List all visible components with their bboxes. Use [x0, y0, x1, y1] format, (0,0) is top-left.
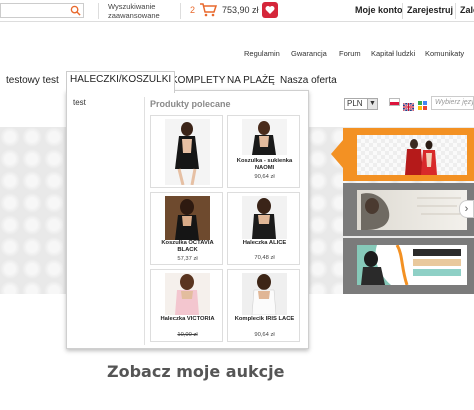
product-price: 90,64 zł [254, 174, 275, 180]
auctions-heading: Zobacz moje aukcje [107, 362, 285, 381]
search-input[interactable] [0, 3, 84, 18]
divider [402, 3, 403, 19]
currency-value: PLN [347, 99, 363, 108]
search-icon[interactable] [70, 5, 81, 16]
polish-flag-icon[interactable] [389, 98, 400, 106]
chevron-down-icon: ▼ [367, 99, 377, 109]
advanced-search-label-1: Wyszukiwanie [108, 2, 156, 11]
divider [455, 3, 456, 19]
language-search-input[interactable]: Wybierz język [431, 96, 474, 110]
product-name: Haleczka VICTORIA [160, 316, 215, 322]
nav-item-haleczki-koszulki[interactable]: HALECZKI/KOSZULKI [66, 71, 176, 93]
product-price: 90,64 zł [254, 332, 275, 338]
language-icon[interactable] [418, 97, 427, 110]
register-link[interactable]: Zarejestruj [407, 5, 453, 15]
my-account-link[interactable]: Moje konto [355, 5, 403, 15]
banner-slide-3[interactable] [343, 238, 474, 294]
product-image [242, 273, 287, 315]
banner-image [357, 190, 467, 230]
product-image [165, 196, 210, 240]
top-bar: Wyszukiwanie zaawansowane 2 753,90 zł Mo… [0, 0, 474, 22]
product-card[interactable]: Koszulka - sukienka NAOMI 90,64 zł [227, 115, 300, 188]
banner-pointer [331, 140, 343, 168]
banner-slide-2[interactable] [343, 183, 474, 236]
subcategory-link[interactable]: test [73, 98, 86, 107]
product-card[interactable] [150, 115, 223, 188]
chevron-right-icon: › [464, 203, 469, 215]
product-image [165, 119, 210, 185]
wishlist-button[interactable] [262, 2, 278, 18]
divider [180, 3, 181, 19]
product-name: Haleczka ALICE [242, 240, 287, 246]
forum-link[interactable]: Forum [339, 49, 361, 58]
heart-icon [265, 6, 275, 14]
divider [98, 3, 99, 19]
announcements-link[interactable]: Komunikaty [425, 49, 464, 58]
product-image [165, 273, 210, 315]
terms-link[interactable]: Regulamin [244, 49, 280, 58]
human-capital-link[interactable]: Kapitał ludzki [371, 49, 415, 58]
cart-total[interactable]: 753,90 zł [222, 5, 259, 15]
featured-products-title: Produkty polecane [150, 99, 231, 109]
currency-select[interactable]: PLN ▼ [344, 98, 378, 110]
login-link[interactable]: Zalo [460, 5, 474, 15]
advanced-search-link[interactable]: Wyszukiwanie zaawansowane [108, 2, 160, 20]
product-name: Komplecik IRIS LACE [234, 316, 295, 322]
cart-icon[interactable] [199, 3, 217, 17]
product-name: Koszulka - sukienka NAOMI [236, 158, 293, 171]
product-card[interactable]: Koszulka OCTAVIA BLACK 57,37 zł [150, 192, 223, 265]
product-image [242, 119, 287, 155]
cart-count: 2 [190, 5, 196, 15]
product-card[interactable]: Haleczka ALICE 70,48 zł [227, 192, 300, 265]
main-nav: testowy test HALECZKI/KOSZULKI KOMPLETY … [0, 70, 474, 93]
banner-image [357, 135, 467, 175]
divider [144, 97, 145, 345]
banner-slide-1[interactable] [343, 128, 474, 181]
product-price: 10,00 zł [177, 332, 198, 338]
nav-item-testowy-test[interactable]: testowy test [6, 73, 59, 92]
product-image [242, 196, 287, 239]
product-card[interactable]: Komplecik IRIS LACE 90,64 zł [227, 269, 300, 342]
warranty-link[interactable]: Gwarancja [291, 49, 327, 58]
product-name: Koszulka OCTAVIA BLACK [161, 240, 214, 253]
product-card[interactable]: Haleczka VICTORIA 10,00 zł [150, 269, 223, 342]
advanced-search-label-2: zaawansowane [108, 11, 160, 20]
slider-next-button[interactable]: › [459, 200, 474, 218]
product-price: 70,48 zł [254, 255, 275, 261]
banner-image [357, 244, 467, 286]
category-dropdown: test Produkty polecane Koszulka - sukien… [66, 90, 309, 349]
english-flag-icon[interactable] [402, 98, 415, 112]
product-price: 57,37 zł [177, 256, 198, 262]
